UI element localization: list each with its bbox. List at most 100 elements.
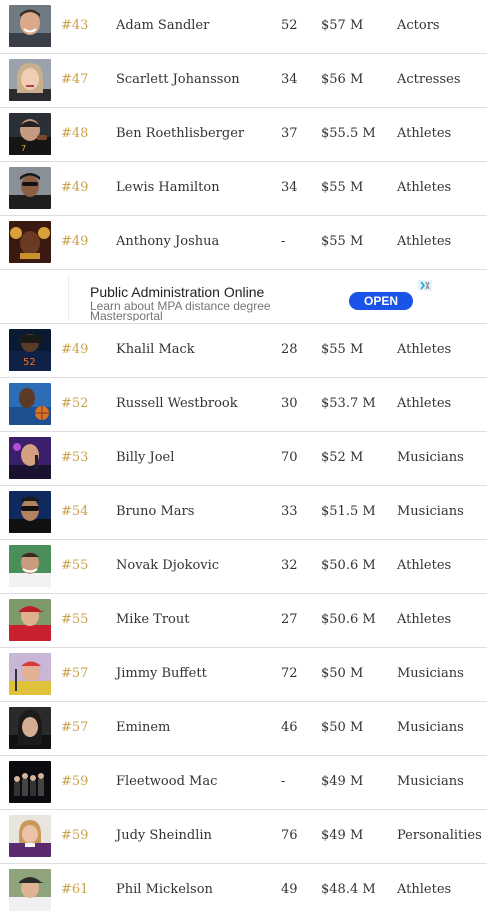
list-item[interactable]: #43 Adam Sandler 52 $57 M Actors [0, 0, 487, 54]
anthony-joshua-photo[interactable] [9, 221, 51, 263]
ad-banner[interactable]: Public Administration Online Learn about… [68, 275, 434, 321]
category: Athletes [397, 126, 452, 141]
rank: #49 [61, 234, 89, 249]
celebrity-name[interactable]: Russell Westbrook [116, 396, 238, 411]
earnings: $55 M [321, 342, 364, 357]
rank: #59 [61, 774, 89, 789]
earnings: $55 M [321, 234, 364, 249]
rank: #55 [61, 558, 89, 573]
celebrity-list: #43 Adam Sandler 52 $57 M Actors #47 Sca… [0, 0, 487, 912]
age: 37 [281, 126, 298, 141]
rank: #53 [61, 450, 89, 465]
celebrity-name[interactable]: Fleetwood Mac [116, 774, 217, 789]
earnings: $55 M [321, 180, 364, 195]
rank: #55 [61, 612, 89, 627]
jimmy-buffett-photo[interactable] [9, 653, 51, 695]
age: 28 [281, 342, 298, 357]
earnings: $50 M [321, 666, 364, 681]
rank: #47 [61, 72, 89, 87]
celebrity-name[interactable]: Judy Sheindlin [116, 828, 212, 843]
age: 49 [281, 882, 298, 897]
category: Musicians [397, 504, 464, 519]
rank: #59 [61, 828, 89, 843]
category: Athletes [397, 396, 452, 411]
ad-banner-row: Public Administration Online Learn about… [0, 270, 487, 324]
celebrity-name[interactable]: Mike Trout [116, 612, 189, 627]
rank: #61 [61, 882, 89, 897]
list-item[interactable]: #55 Mike Trout 27 $50.6 M Athletes [0, 594, 487, 648]
billy-joel-photo[interactable] [9, 437, 51, 479]
ben-roethlisberger-photo[interactable]: 7 [9, 113, 51, 155]
mike-trout-photo[interactable] [9, 599, 51, 641]
celebrity-name[interactable]: Khalil Mack [116, 342, 195, 357]
earnings: $53.7 M [321, 396, 376, 411]
novak-djokovic-photo[interactable] [9, 545, 51, 587]
celebrity-name[interactable]: Billy Joel [116, 450, 174, 465]
age: 30 [281, 396, 298, 411]
celebrity-name[interactable]: Anthony Joshua [116, 234, 219, 249]
russell-westbrook-photo[interactable] [9, 383, 51, 425]
ad-open-button[interactable]: OPEN [349, 292, 413, 310]
rank: #52 [61, 396, 89, 411]
list-item[interactable]: 52 #49 Khalil Mack 28 $55 M Athletes [0, 324, 487, 378]
age: 32 [281, 558, 298, 573]
list-item[interactable]: #59 Judy Sheindlin 76 $49 M Personalitie… [0, 810, 487, 864]
bruno-mars-photo[interactable] [9, 491, 51, 533]
age: 27 [281, 612, 298, 627]
rank: #43 [61, 18, 89, 33]
list-item[interactable]: #52 Russell Westbrook 30 $53.7 M Athlete… [0, 378, 487, 432]
category: Actresses [397, 72, 461, 87]
ad-title[interactable]: Public Administration Online [90, 284, 264, 300]
age: 33 [281, 504, 298, 519]
age: - [281, 774, 286, 789]
fleetwood-mac-photo[interactable] [9, 761, 51, 803]
rank: #49 [61, 342, 89, 357]
category: Personalities [397, 828, 482, 843]
khalil-mack-photo[interactable]: 52 [9, 329, 51, 371]
celebrity-name[interactable]: Adam Sandler [116, 18, 209, 33]
age: 70 [281, 450, 298, 465]
category: Athletes [397, 612, 452, 627]
celebrity-name[interactable]: Jimmy Buffett [116, 666, 207, 681]
list-item[interactable]: #49 Anthony Joshua - $55 M Athletes [0, 216, 487, 270]
judy-sheindlin-photo[interactable] [9, 815, 51, 857]
earnings: $55.5 M [321, 126, 376, 141]
list-item[interactable]: #47 Scarlett Johansson 34 $56 M Actresse… [0, 54, 487, 108]
earnings: $57 M [321, 18, 364, 33]
list-item[interactable]: 7 #48 Ben Roethlisberger 37 $55.5 M Athl… [0, 108, 487, 162]
celebrity-name[interactable]: Eminem [116, 720, 170, 735]
celebrity-name[interactable]: Bruno Mars [116, 504, 194, 519]
rank: #57 [61, 666, 89, 681]
age: - [281, 234, 286, 249]
lewis-hamilton-photo[interactable] [9, 167, 51, 209]
list-item[interactable]: #54 Bruno Mars 33 $51.5 M Musicians [0, 486, 487, 540]
celebrity-name[interactable]: Ben Roethlisberger [116, 126, 244, 141]
age: 72 [281, 666, 298, 681]
celebrity-name[interactable]: Phil Mickelson [116, 882, 213, 897]
category: Musicians [397, 720, 464, 735]
list-item[interactable]: #49 Lewis Hamilton 34 $55 M Athletes [0, 162, 487, 216]
list-item[interactable]: #53 Billy Joel 70 $52 M Musicians [0, 432, 487, 486]
celebrity-name[interactable]: Novak Djokovic [116, 558, 219, 573]
list-item[interactable]: #61 Phil Mickelson 49 $48.4 M Athletes [0, 864, 487, 912]
celebrity-name[interactable]: Lewis Hamilton [116, 180, 220, 195]
list-item[interactable]: #57 Jimmy Buffett 72 $50 M Musicians [0, 648, 487, 702]
adchoices-icon[interactable] [418, 276, 432, 291]
adam-sandler-photo[interactable] [9, 5, 51, 47]
phil-mickelson-photo[interactable] [9, 869, 51, 911]
category: Athletes [397, 234, 452, 249]
age: 52 [281, 18, 298, 33]
list-item[interactable]: #59 Fleetwood Mac - $49 M Musicians [0, 756, 487, 810]
rank: #49 [61, 180, 89, 195]
category: Athletes [397, 180, 452, 195]
category: Athletes [397, 882, 452, 897]
rank: #48 [61, 126, 89, 141]
celebrity-name[interactable]: Scarlett Johansson [116, 72, 240, 87]
eminem-photo[interactable] [9, 707, 51, 749]
list-item[interactable]: #57 Eminem 46 $50 M Musicians [0, 702, 487, 756]
ad-source[interactable]: Mastersportal [90, 310, 163, 321]
scarlett-johansson-photo[interactable] [9, 59, 51, 101]
list-item[interactable]: #55 Novak Djokovic 32 $50.6 M Athletes [0, 540, 487, 594]
earnings: $50.6 M [321, 558, 376, 573]
category: Musicians [397, 666, 464, 681]
